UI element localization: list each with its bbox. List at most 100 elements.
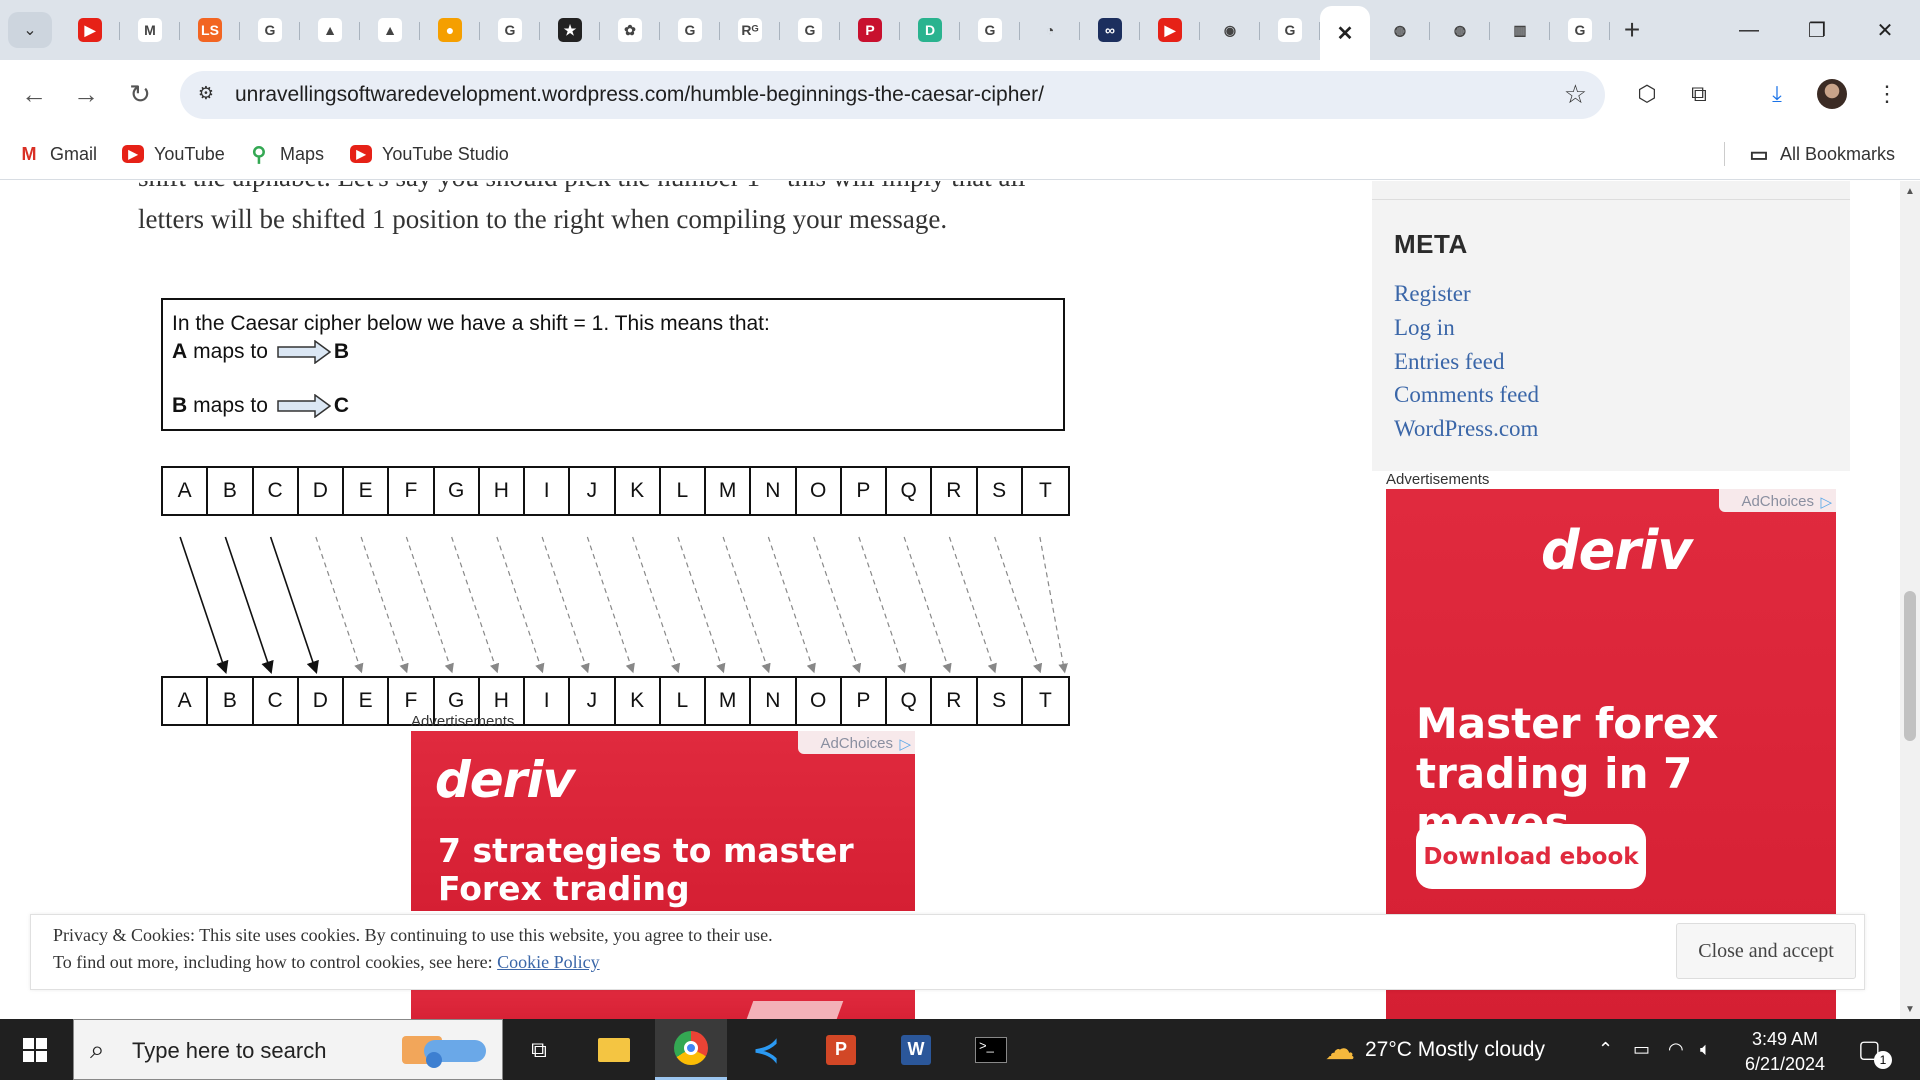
adchoices-badge[interactable]: AdChoices ▷: [798, 731, 915, 754]
vscode-button[interactable]: ≺: [730, 1019, 802, 1080]
task-view-icon: ⧉: [531, 1036, 547, 1062]
meta-link-login[interactable]: Log in: [1394, 315, 1455, 341]
cloudy-weather-icon: ☁: [1325, 1033, 1355, 1066]
browser-tab[interactable]: ▲: [360, 6, 420, 54]
browser-tab[interactable]: ✿: [600, 6, 660, 54]
url-text[interactable]: unravellingsoftwaredevelopment.wordpress…: [235, 83, 1044, 107]
globe-icon: ◍: [1388, 18, 1412, 42]
inline-ad[interactable]: AdChoices ▷ deriv 7 strategies to master …: [411, 731, 915, 911]
shift-arrow: [813, 536, 862, 674]
chrome-button[interactable]: [655, 1019, 727, 1080]
browser-tab[interactable]: ◍: [1430, 6, 1490, 54]
letter-cell: I: [525, 468, 571, 514]
battery-icon[interactable]: ▭: [1633, 1019, 1650, 1080]
word-button[interactable]: W: [880, 1019, 952, 1080]
start-button[interactable]: [0, 1019, 70, 1080]
scroll-down-icon[interactable]: ▼: [1900, 999, 1920, 1019]
cookie-policy-link[interactable]: Cookie Policy: [497, 952, 600, 972]
notification-center-button[interactable]: ▢ 1: [1858, 1019, 1892, 1080]
browser-tab[interactable]: LS: [180, 6, 240, 54]
volume-icon[interactable]: 🔈︎: [1700, 1019, 1711, 1080]
sidebar: META Register Log in Entries feed Commen…: [1372, 181, 1850, 1019]
bookmark-youtube-studio[interactable]: ▶ YouTube Studio: [350, 140, 509, 168]
tray-overflow-button[interactable]: ⌃: [1598, 1019, 1613, 1080]
browser-tab[interactable]: ▲: [300, 6, 360, 54]
site-info-icon[interactable]: ⚙: [194, 83, 218, 107]
browser-tab[interactable]: G: [240, 6, 300, 54]
browser-tab[interactable]: G: [780, 6, 840, 54]
adchoices-badge[interactable]: AdChoices ▷: [1719, 489, 1836, 512]
browser-tab[interactable]: ●: [420, 6, 480, 54]
powerpoint-button[interactable]: P: [805, 1019, 877, 1080]
menu-kebab-icon[interactable]: ⋮: [1870, 77, 1904, 111]
arrow-right-icon: →: [73, 78, 99, 109]
browser-tab[interactable]: D: [900, 6, 960, 54]
youtube-icon: ▶: [78, 18, 102, 42]
close-icon[interactable]: ✕: [1333, 21, 1357, 45]
browser-tab[interactable]: M: [120, 6, 180, 54]
article-column: shift the alphabet. Let's say you should…: [0, 181, 1326, 1019]
browser-tab[interactable]: ▥: [1490, 6, 1550, 54]
close-window-button[interactable]: ✕: [1851, 0, 1919, 60]
download-ebook-button[interactable]: Download ebook: [1416, 824, 1646, 889]
browser-tab[interactable]: Rᴳ: [720, 6, 780, 54]
letter-cell: D: [299, 468, 344, 514]
youtube-icon: ▶: [122, 145, 144, 163]
meta-link-entries-feed[interactable]: Entries feed: [1394, 349, 1504, 375]
browser-tab[interactable]: ∞: [1080, 6, 1140, 54]
wifi-icon[interactable]: ◠: [1668, 1019, 1684, 1080]
browser-tab[interactable]: G: [1550, 6, 1610, 54]
meta-link-register[interactable]: Register: [1394, 281, 1471, 307]
back-button[interactable]: ←: [14, 74, 54, 114]
tab-search-button[interactable]: ⌄: [8, 12, 52, 48]
page-scrollbar[interactable]: ▲ ▼: [1900, 181, 1920, 1019]
bookmark-youtube[interactable]: ▶ YouTube: [122, 140, 225, 168]
browser-tab[interactable]: ◍: [1370, 6, 1430, 54]
file-explorer-button[interactable]: [578, 1019, 650, 1080]
browser-tab[interactable]: G: [1260, 6, 1320, 54]
bookmark-star-icon[interactable]: ☆: [1564, 79, 1587, 110]
browser-tab[interactable]: G: [960, 6, 1020, 54]
reader-icon: ▥: [1508, 18, 1532, 42]
browser-tab[interactable]: P: [840, 6, 900, 54]
letter-cell: H: [480, 468, 525, 514]
inline-ad-continued[interactable]: [411, 989, 915, 1019]
browser-tab[interactable]: ◉: [1200, 6, 1260, 54]
minimize-button[interactable]: —: [1715, 0, 1783, 60]
browser-tab[interactable]: ★: [540, 6, 600, 54]
browser-tab[interactable]: G: [660, 6, 720, 54]
terminal-button[interactable]: >_: [955, 1019, 1027, 1080]
taskbar-clock[interactable]: 3:49 AM 6/21/2024: [1735, 1027, 1835, 1077]
restore-button[interactable]: ❐: [1783, 0, 1851, 60]
scroll-up-icon[interactable]: ▲: [1900, 181, 1920, 201]
ad-headline: Forex trading: [438, 869, 690, 908]
all-bookmarks-button[interactable]: ▭ All Bookmarks: [1748, 140, 1895, 168]
browser-tab[interactable]: ✕: [1320, 6, 1370, 60]
download-icon[interactable]: ⤓: [1760, 77, 1794, 111]
shift-arrow: [948, 536, 997, 674]
task-view-button[interactable]: ⧉: [503, 1019, 575, 1080]
avatar[interactable]: [1815, 77, 1849, 111]
scrollbar-thumb[interactable]: [1904, 591, 1916, 741]
extension-icon[interactable]: ⬡: [1630, 77, 1664, 111]
taskbar-search[interactable]: ⌕ Type here to search: [73, 1019, 503, 1080]
browser-tab[interactable]: G: [480, 6, 540, 54]
forward-button[interactable]: →: [66, 74, 106, 114]
reload-button[interactable]: ↻: [120, 74, 160, 114]
puzzle-icon[interactable]: ⧉: [1682, 77, 1716, 111]
meta-link-comments-feed[interactable]: Comments feed: [1394, 382, 1539, 408]
browser-tab[interactable]: ▶: [1140, 6, 1200, 54]
close-and-accept-button[interactable]: Close and accept: [1676, 923, 1856, 979]
bookmark-maps[interactable]: ⚲ Maps: [248, 140, 324, 168]
bookmark-gmail[interactable]: M Gmail: [18, 140, 98, 168]
new-tab-button[interactable]: +: [1610, 8, 1654, 52]
letter-cell: J: [570, 468, 616, 514]
shift-arrows: [179, 536, 1068, 675]
meta-link-wordpress[interactable]: WordPress.com: [1394, 416, 1538, 442]
browser-tab[interactable]: ▶: [60, 6, 120, 54]
signal-icon: ◔: [1038, 18, 1062, 42]
browser-tab[interactable]: ◔: [1020, 6, 1080, 54]
google-icon: G: [1278, 18, 1302, 42]
weather-widget[interactable]: ☁ 27°C Mostly cloudy: [1325, 1019, 1545, 1080]
address-bar[interactable]: ⚙ unravellingsoftwaredevelopment.wordpre…: [180, 71, 1605, 119]
